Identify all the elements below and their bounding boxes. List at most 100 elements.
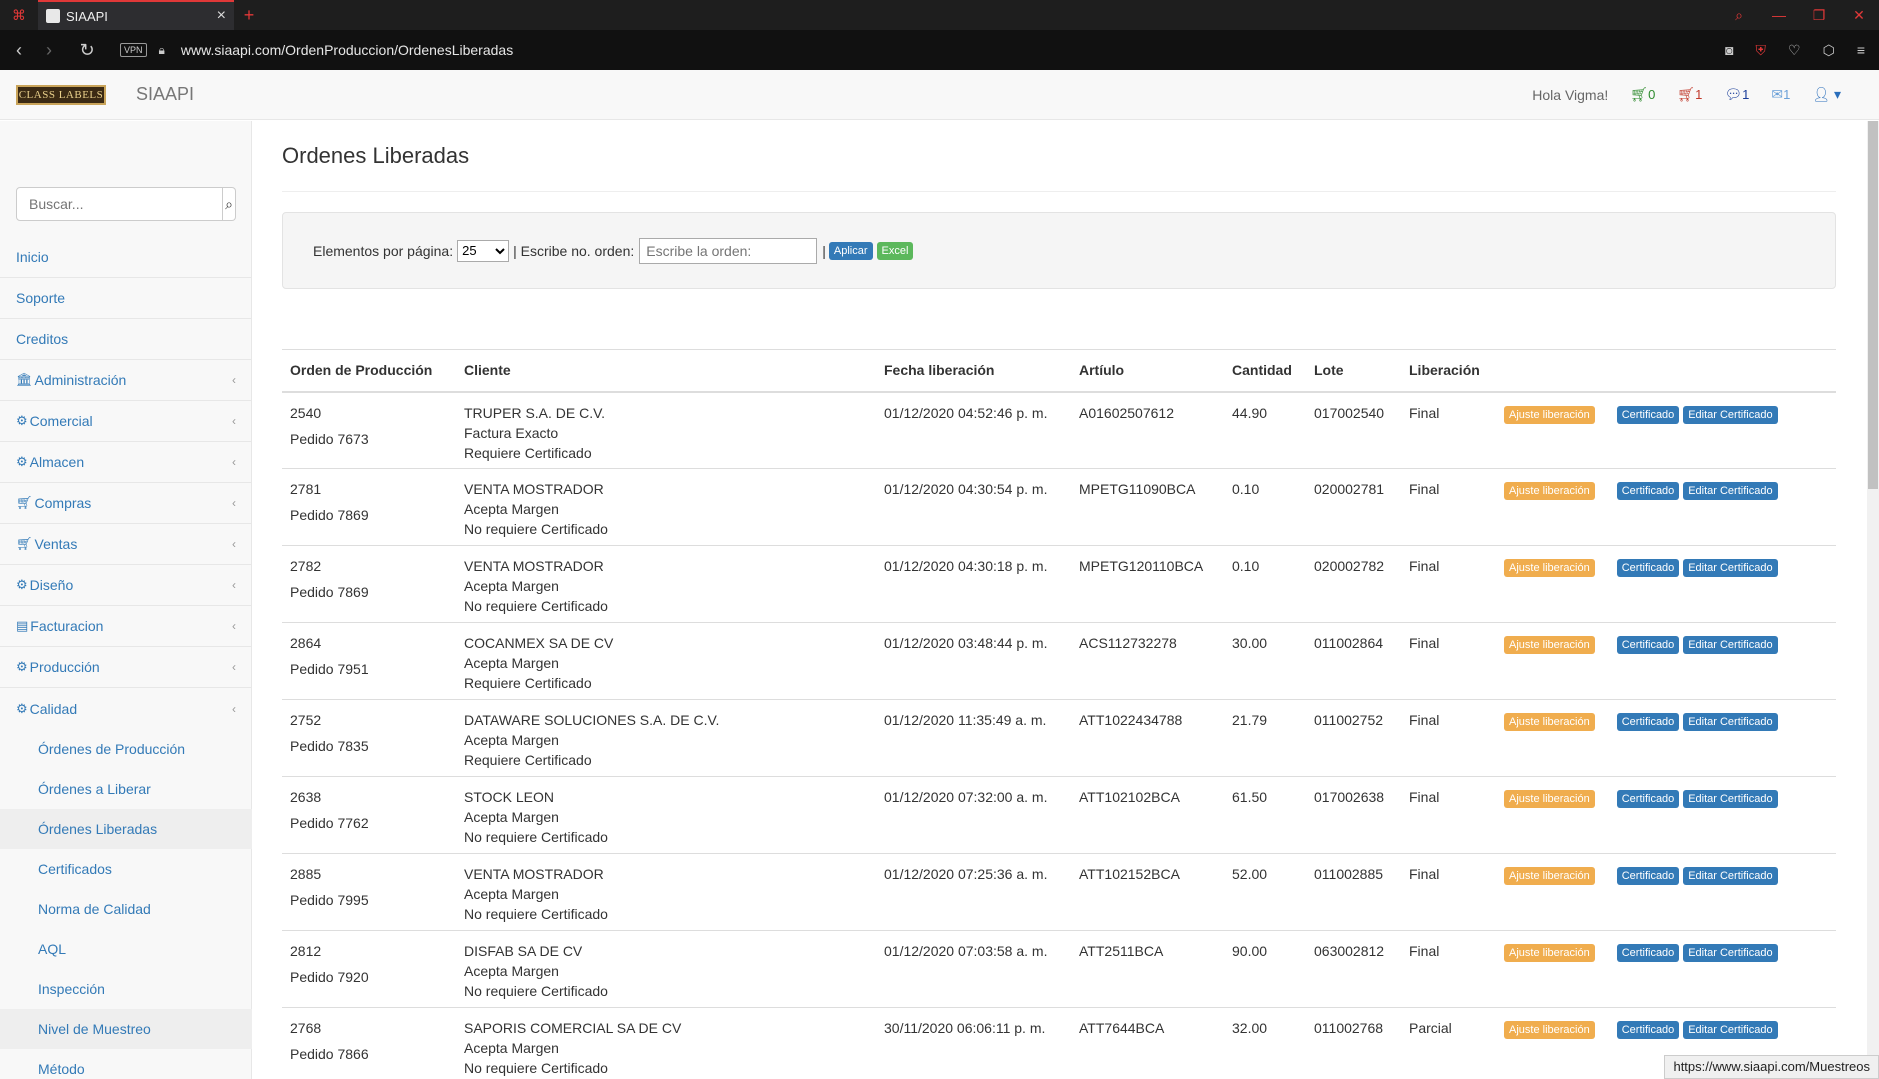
orden-number[interactable]: 2638 xyxy=(290,787,448,807)
editar-certificado-button[interactable]: Editar Certificado xyxy=(1683,405,1778,424)
new-tab-icon[interactable]: + xyxy=(234,5,264,26)
ajuste-liberacion-button[interactable]: Ajuste liberación xyxy=(1504,790,1595,808)
filter-panel: Elementos por página: 25 | Escribe no. o… xyxy=(282,212,1836,289)
orden-number[interactable]: 2752 xyxy=(290,710,448,730)
certificado-button[interactable]: Certificado xyxy=(1616,636,1680,654)
orden-number[interactable]: 2768 xyxy=(290,1018,448,1038)
logo[interactable]: CLASS LABELS xyxy=(16,84,106,105)
sidebar-item-compras[interactable]: 🛒︎ Compras ‹ xyxy=(0,483,252,524)
mail-link[interactable]: ✉1 xyxy=(1771,86,1790,103)
orden-number[interactable]: 2812 xyxy=(290,941,448,961)
shield-icon[interactable]: ⛨ xyxy=(1756,42,1767,59)
orden-number[interactable]: 2540 xyxy=(290,403,448,423)
ajuste-liberacion-button[interactable]: Ajuste liberación xyxy=(1504,944,1595,962)
subitem-ordenes-liberar[interactable]: Órdenes a Liberar xyxy=(0,769,252,809)
orden-number[interactable]: 2885 xyxy=(290,864,448,884)
editar-certificado-button[interactable]: Editar Certificado xyxy=(1683,482,1778,500)
vpn-badge[interactable]: VPN xyxy=(120,43,147,57)
ajuste-liberacion-button[interactable]: Ajuste liberación xyxy=(1504,1021,1595,1039)
restore-icon[interactable]: ❐ xyxy=(1799,7,1839,24)
header-cantidad[interactable]: Cantidad xyxy=(1224,349,1306,393)
sidebar-item-creditos[interactable]: Creditos xyxy=(0,319,252,360)
sidebar-item-ventas[interactable]: 🛒︎ Ventas ‹ xyxy=(0,524,252,565)
sidebar-item-calidad[interactable]: ⚙ Calidad ‹ xyxy=(0,688,252,729)
editar-certificado-button[interactable]: Editar Certificado xyxy=(1683,713,1778,731)
subitem-ordenes-produccion[interactable]: Órdenes de Producción xyxy=(0,729,252,769)
certificado-button[interactable]: Certificado xyxy=(1616,482,1680,500)
search-button[interactable]: ⌕ xyxy=(223,187,236,221)
subitem-certificados[interactable]: Certificados xyxy=(0,849,252,889)
url-field[interactable]: www.siaapi.com/OrdenProduccion/OrdenesLi… xyxy=(181,42,513,58)
camera-icon[interactable]: ◙ xyxy=(1725,42,1733,59)
subitem-norma-calidad[interactable]: Norma de Calidad xyxy=(0,889,252,929)
header-orden[interactable]: Orden de Producción xyxy=(282,349,456,393)
editar-certificado-button[interactable]: Editar Certificado xyxy=(1683,559,1778,577)
brand-name[interactable]: SIAAPI xyxy=(136,84,194,105)
sidebar-item-diseno[interactable]: ⚙ Diseño ‹ xyxy=(0,565,252,606)
apply-button[interactable]: Aplicar xyxy=(828,241,873,260)
gamepad-icon[interactable]: ⌘ xyxy=(0,0,38,30)
header-articulo[interactable]: Artíulo xyxy=(1071,349,1224,393)
certificado-button[interactable]: Certificado xyxy=(1616,713,1680,731)
subitem-metodo[interactable]: Método xyxy=(0,1049,252,1079)
certificado-button[interactable]: Certificado xyxy=(1616,867,1680,885)
subitem-nivel-muestreo[interactable]: Nivel de Muestreo xyxy=(0,1009,252,1049)
scrollbar[interactable] xyxy=(1867,121,1879,1079)
editar-certificado-button[interactable]: Editar Certificado xyxy=(1683,636,1778,654)
order-input[interactable] xyxy=(639,237,818,264)
header-liberacion[interactable]: Liberación xyxy=(1401,349,1496,393)
subitem-inspeccion[interactable]: Inspección xyxy=(0,969,252,1009)
certificado-button[interactable]: Certificado xyxy=(1616,559,1680,577)
search-input[interactable] xyxy=(16,187,223,221)
certificado-button[interactable]: Certificado xyxy=(1616,944,1680,962)
editar-certificado-button[interactable]: Editar Certificado xyxy=(1683,944,1778,962)
editar-certificado-button[interactable]: Editar Certificado xyxy=(1683,867,1778,885)
orden-number[interactable]: 2864 xyxy=(290,633,448,653)
header-lote[interactable]: Lote xyxy=(1306,349,1401,393)
sidebar-item-administracion[interactable]: 🏛︎ Administración ‹ xyxy=(0,360,252,401)
messages-link[interactable]: 💬︎1 xyxy=(1724,86,1749,103)
sidebar: ⌕ Inicio Soporte Creditos 🏛︎Administraci… xyxy=(0,121,252,1079)
ajuste-liberacion-button[interactable]: Ajuste liberación xyxy=(1504,636,1595,654)
menu-icon[interactable]: ≡ xyxy=(1857,42,1865,59)
sidebar-item-inicio[interactable]: Inicio xyxy=(0,237,252,278)
sidebar-item-facturacion[interactable]: ▤ Facturacion ‹ xyxy=(0,606,252,647)
scrollbar-thumb[interactable] xyxy=(1868,121,1878,489)
certificado-button[interactable]: Certificado xyxy=(1616,790,1680,808)
forward-icon[interactable]: › xyxy=(34,40,64,61)
ajuste-liberacion-button[interactable]: Ajuste liberación xyxy=(1504,405,1595,424)
certificado-button[interactable]: Certificado xyxy=(1616,405,1680,424)
sidebar-item-produccion[interactable]: ⚙ Producción ‹ xyxy=(0,647,252,688)
editar-certificado-button[interactable]: Editar Certificado xyxy=(1683,790,1778,808)
subitem-ordenes-liberadas[interactable]: Órdenes Liberadas xyxy=(0,809,252,849)
cube-icon[interactable]: ⬡ xyxy=(1823,42,1835,59)
user-menu[interactable]: 👤︎ ▾ xyxy=(1812,86,1841,103)
orden-number[interactable]: 2782 xyxy=(290,556,448,576)
search-icon[interactable]: ⌕ xyxy=(1719,7,1759,24)
header-cliente[interactable]: Cliente xyxy=(456,349,876,393)
close-tab-icon[interactable]: × xyxy=(217,7,226,25)
browser-tab[interactable]: SIAAPI × xyxy=(38,0,234,30)
back-icon[interactable]: ‹ xyxy=(4,40,34,61)
minimize-icon[interactable]: — xyxy=(1759,7,1799,24)
certificado-button[interactable]: Certificado xyxy=(1616,1021,1680,1039)
sidebar-item-comercial[interactable]: ⚙ Comercial ‹ xyxy=(0,401,252,442)
excel-button[interactable]: Excel xyxy=(876,241,914,260)
lock-icon[interactable]: 🔒︎ xyxy=(159,43,165,58)
cart-red-link[interactable]: 🛒︎1 xyxy=(1677,86,1702,103)
heart-icon[interactable]: ♡ xyxy=(1788,42,1801,59)
per-page-select[interactable]: 25 xyxy=(457,239,510,262)
sidebar-item-almacen[interactable]: ⚙ Almacen ‹ xyxy=(0,442,252,483)
ajuste-liberacion-button[interactable]: Ajuste liberación xyxy=(1504,559,1595,577)
cart-green-link[interactable]: 🛒︎0 xyxy=(1630,86,1655,103)
editar-certificado-button[interactable]: Editar Certificado xyxy=(1683,1021,1778,1039)
ajuste-liberacion-button[interactable]: Ajuste liberación xyxy=(1504,867,1595,885)
ajuste-liberacion-button[interactable]: Ajuste liberación xyxy=(1504,713,1595,731)
orden-number[interactable]: 2781 xyxy=(290,479,448,499)
sidebar-item-soporte[interactable]: Soporte xyxy=(0,278,252,319)
ajuste-liberacion-button[interactable]: Ajuste liberación xyxy=(1504,482,1595,500)
subitem-aql[interactable]: AQL xyxy=(0,929,252,969)
close-window-icon[interactable]: ✕ xyxy=(1839,7,1879,24)
reload-icon[interactable]: ↻ xyxy=(72,40,102,61)
header-fecha[interactable]: Fecha liberación xyxy=(876,349,1071,393)
